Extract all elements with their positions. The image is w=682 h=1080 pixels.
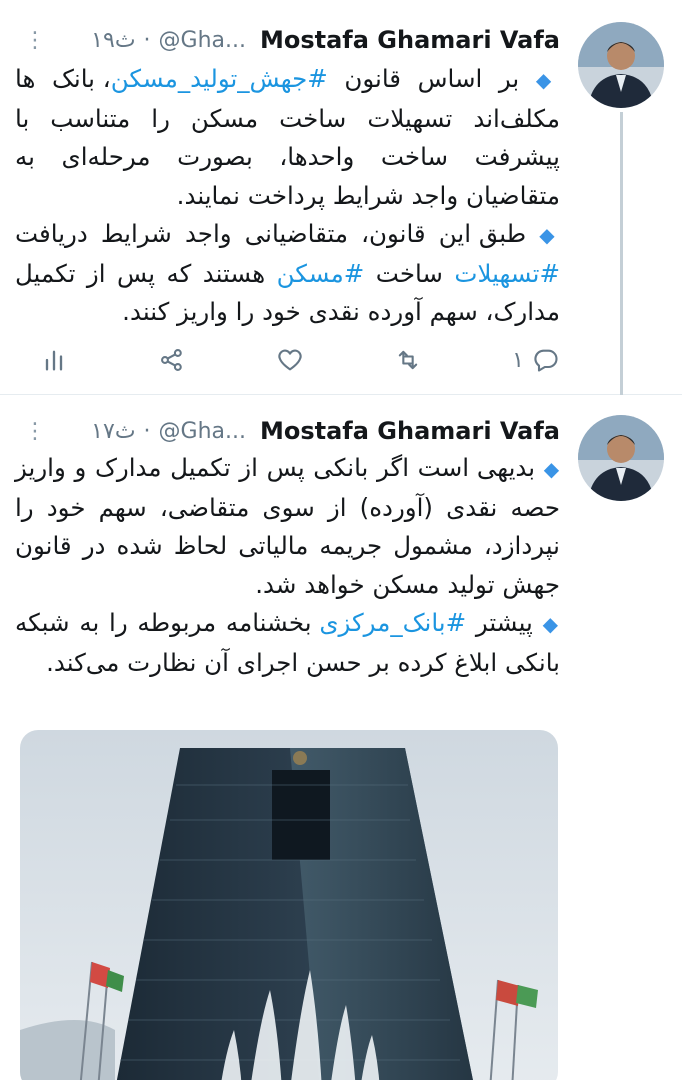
reply-icon xyxy=(534,349,558,372)
analytics-icon xyxy=(45,350,63,371)
meta-separator: · xyxy=(143,418,151,444)
vertical-ellipsis-icon[interactable]: ⋮ xyxy=(18,419,46,444)
diamond-bullet-icon: ◆ xyxy=(542,612,560,636)
hashtag-link[interactable]: #تسهیلات xyxy=(454,259,560,288)
avatar[interactable] xyxy=(578,415,664,501)
avatar[interactable] xyxy=(578,22,664,108)
hashtag-link[interactable]: #جهش_تولید_مسکن xyxy=(111,64,328,93)
text-segment: ساخت xyxy=(364,258,455,288)
author-name[interactable]: Mostafa Ghamari Vafa xyxy=(260,417,560,445)
central-bank-building-photo[interactable] xyxy=(20,730,558,1080)
tweet-time[interactable]: ۱۷ث xyxy=(91,419,135,444)
tweet-actions: ۱ xyxy=(40,340,560,380)
tweet-paragraph: ◆ بر اساس قانون #جهش_تولید_مسکن، بانک ها… xyxy=(15,60,560,215)
tweet-2[interactable]: ⋮ ۱۷ث · @Gha... Mostafa Ghamari Vafa ◆ ب… xyxy=(0,395,682,1080)
like-button[interactable] xyxy=(276,346,304,374)
meta-separator: · xyxy=(143,27,151,53)
tweet-paragraph: ◆ طبق این قانون، متقاضیانی واجد شرایط در… xyxy=(15,215,560,332)
diamond-bullet-icon: ◆ xyxy=(539,223,560,247)
thread-line xyxy=(620,112,623,395)
share-icon xyxy=(161,349,182,371)
tweet-header: ⋮ ۱۹ث · @Gha... Mostafa Ghamari Vafa xyxy=(18,24,560,56)
author-handle[interactable]: @Gha... xyxy=(159,419,246,444)
hashtag-link[interactable]: #بانک_مرکزی xyxy=(319,608,466,637)
hashtag-link[interactable]: #مسکن xyxy=(277,259,365,288)
text-segment: طبق این قانون، متقاضیانی واجد شرایط دریا… xyxy=(15,219,527,248)
text-segment: پیشتر xyxy=(466,608,533,637)
text-segment: بر اساس قانون xyxy=(327,64,520,93)
tweet-1[interactable]: ⋮ ۱۹ث · @Gha... Mostafa Ghamari Vafa ◆ ب… xyxy=(0,0,682,395)
tweet-paragraph: ◆ بدیهی است اگر بانکی پس از تکمیل مدارک … xyxy=(15,449,560,604)
tweet-text: ◆ بر اساس قانون #جهش_تولید_مسکن، بانک ها… xyxy=(15,60,560,332)
reply-button[interactable]: ۱ xyxy=(512,346,560,374)
heart-icon xyxy=(278,349,302,371)
analytics-button[interactable] xyxy=(40,346,68,374)
tweet-time[interactable]: ۱۹ث xyxy=(91,28,135,53)
tweet-paragraph: ◆ پیشتر #بانک_مرکزی بخشنامه مربوطه را به… xyxy=(15,604,560,682)
author-name[interactable]: Mostafa Ghamari Vafa xyxy=(260,26,560,54)
retweet-button[interactable] xyxy=(394,346,422,374)
diamond-bullet-icon: ◆ xyxy=(535,68,560,92)
reply-count: ۱ xyxy=(512,347,524,373)
text-segment: بدیهی است اگر بانکی پس از تکمیل مدارک و … xyxy=(15,453,560,599)
tweet-text: ◆ بدیهی است اگر بانکی پس از تکمیل مدارک … xyxy=(15,449,560,682)
share-button[interactable] xyxy=(158,346,186,374)
retweet-icon xyxy=(398,350,418,370)
vertical-ellipsis-icon[interactable]: ⋮ xyxy=(18,28,46,53)
author-handle[interactable]: @Gha... xyxy=(159,28,246,53)
tweet-header: ⋮ ۱۷ث · @Gha... Mostafa Ghamari Vafa xyxy=(18,415,560,447)
diamond-bullet-icon: ◆ xyxy=(543,457,561,481)
